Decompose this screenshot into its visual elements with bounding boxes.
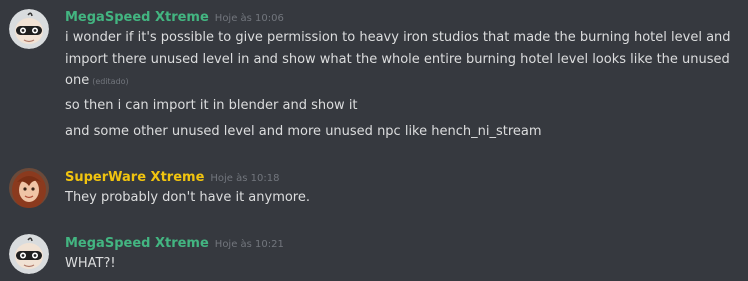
baby-face-avatar-icon — [9, 234, 49, 274]
message-text: and some other unused level and more unu… — [65, 124, 542, 139]
chat-message-list: MegaSpeed Xtreme Hoje às 10:06 i wonder i… — [0, 0, 748, 281]
username[interactable]: MegaSpeed Xtreme — [65, 10, 209, 25]
message-text: i wonder if it's possible to give permis… — [65, 27, 737, 93]
message-text: WHAT?! — [65, 256, 116, 271]
avatar[interactable] — [9, 9, 49, 49]
avatar[interactable] — [9, 234, 49, 274]
edited-label: (editado) — [92, 77, 129, 86]
message-header: MegaSpeed Xtreme Hoje às 10:21 — [65, 232, 284, 252]
timestamp[interactable]: Hoje às 10:06 — [215, 13, 284, 24]
timestamp[interactable]: Hoje às 10:21 — [215, 239, 284, 250]
username[interactable]: SuperWare Xtreme — [65, 170, 204, 185]
message-text: so then i can import it in blender and s… — [65, 98, 358, 113]
message-header: MegaSpeed Xtreme Hoje às 10:06 — [65, 6, 284, 26]
avatar[interactable] — [9, 168, 49, 208]
username[interactable]: MegaSpeed Xtreme — [65, 236, 209, 251]
timestamp[interactable]: Hoje às 10:18 — [210, 173, 279, 184]
message-header: SuperWare Xtreme Hoje às 10:18 — [65, 166, 279, 186]
message-text: They probably don't have it anymore. — [65, 190, 311, 205]
baby-face-avatar-icon — [9, 9, 49, 49]
red-haired-woman-avatar-icon — [9, 168, 49, 208]
message-content: i wonder if it's possible to give permis… — [65, 30, 731, 88]
